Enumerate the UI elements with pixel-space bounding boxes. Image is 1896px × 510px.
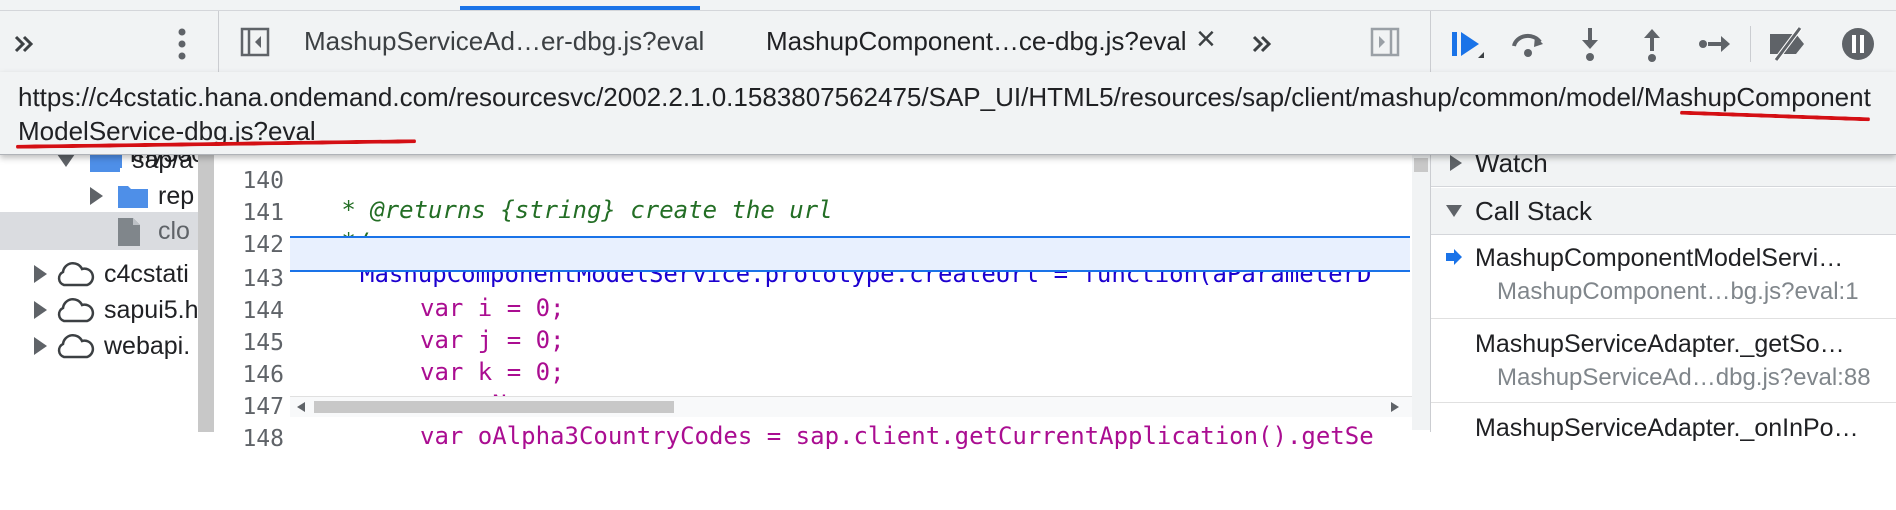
scroll-right-icon[interactable] (1390, 401, 1400, 413)
cloud-icon (57, 298, 95, 323)
kebab-menu-icon[interactable] (168, 24, 196, 64)
code-line: 144 var j = 0; (220, 270, 1400, 354)
collapsed-arrow-icon (1450, 155, 1462, 171)
step-out-icon[interactable] (1632, 22, 1672, 66)
code-line: 142 MashupComponentModelService.prototyp… (220, 204, 1400, 288)
code-line: 141 */ (220, 172, 1400, 256)
code-line: 143 var i = 0; (220, 238, 1400, 322)
tree-row[interactable]: webapi. (0, 330, 198, 362)
close-tab-icon[interactable]: × (1196, 20, 1216, 59)
expanded-arrow-icon (1446, 205, 1462, 217)
scroll-left-icon[interactable] (296, 401, 306, 413)
cloud-icon (57, 262, 95, 287)
cloud-icon (57, 334, 95, 359)
current-frame-arrow-icon (1446, 249, 1462, 265)
step-over-icon[interactable] (1506, 22, 1550, 66)
call-frame[interactable]: MashupServiceAdapter._getSo… MashupServi… (1431, 320, 1896, 403)
collapsed-arrow-icon (90, 187, 103, 205)
top-divider (0, 10, 1896, 11)
frame-location: MashupComponent…bg.js?eval:1 (1497, 278, 1859, 305)
navigator-scrollbar[interactable] (198, 140, 214, 432)
frame-function: MashupServiceAdapter._onInPo… (1475, 414, 1859, 442)
tree-label: rep (158, 182, 195, 210)
tree-row[interactable]: c4cstati (0, 258, 198, 290)
tab-mashup-component-model-service[interactable]: MashupComponent…ce-dbg.js?eval (766, 26, 1187, 57)
editor-vertical-scrollbar[interactable] (1412, 140, 1430, 430)
callstack-label: Call Stack (1475, 196, 1593, 226)
more-tabs-icon[interactable] (1244, 26, 1280, 62)
resume-icon[interactable] (1446, 22, 1490, 66)
frame-function: MashupComponentModelServi… (1475, 244, 1844, 272)
tree-row-selected[interactable]: clo (0, 212, 198, 250)
code-line: 147 var oAlpha3CountryCodes = sap.client… (220, 366, 1400, 450)
deactivate-breakpoints-icon[interactable] (1764, 22, 1812, 66)
tree-row[interactable]: sapui5.h (0, 294, 198, 326)
pause-on-exceptions-icon[interactable] (1836, 22, 1880, 66)
scroll-thumb[interactable] (1414, 158, 1428, 172)
frame-location: MashupServiceAd…dbg.js?eval:88 (1497, 364, 1871, 391)
call-frame-selected[interactable]: MashupComponentModelServi… MashupCompone… (1431, 236, 1896, 319)
divider (1750, 26, 1751, 62)
tree-label: c4cstati (104, 260, 189, 288)
toggle-navigator-icon[interactable] (238, 24, 272, 60)
more-panels-icon[interactable] (6, 26, 42, 62)
frame-function: MashupServiceAdapter._getSo… (1475, 330, 1845, 358)
line-number[interactable]: 148 (220, 426, 284, 452)
code-line: 146 var pName; (220, 334, 1400, 418)
call-frame[interactable]: MashupServiceAdapter._onInPo… (1431, 404, 1896, 444)
callstack-section-header[interactable]: Call Stack (1431, 188, 1896, 235)
scroll-thumb[interactable] (314, 401, 674, 413)
tree-label: clo (158, 217, 190, 245)
tree-label: sapui5.h (104, 296, 198, 324)
step-icon[interactable] (1694, 22, 1738, 66)
editor-horizontal-scrollbar[interactable] (290, 396, 1412, 417)
collapsed-arrow-icon (34, 337, 47, 355)
step-into-icon[interactable] (1570, 22, 1610, 66)
tooltip-url: https://c4cstatic.hana.ondemand.com/reso… (18, 82, 1871, 146)
toggle-debugger-icon[interactable] (1368, 24, 1402, 60)
collapsed-arrow-icon (34, 301, 47, 319)
folder-icon (118, 186, 148, 208)
code-line: 145 var k = 0; (220, 302, 1400, 386)
tree-label: webapi. (104, 332, 191, 360)
tree-row[interactable]: rep (0, 180, 198, 212)
active-panel-indicator (460, 6, 700, 10)
collapsed-arrow-icon (34, 265, 47, 283)
tab-mashup-service-adapter[interactable]: MashupServiceAd…er-dbg.js?eval (304, 26, 704, 57)
file-icon (118, 218, 140, 246)
